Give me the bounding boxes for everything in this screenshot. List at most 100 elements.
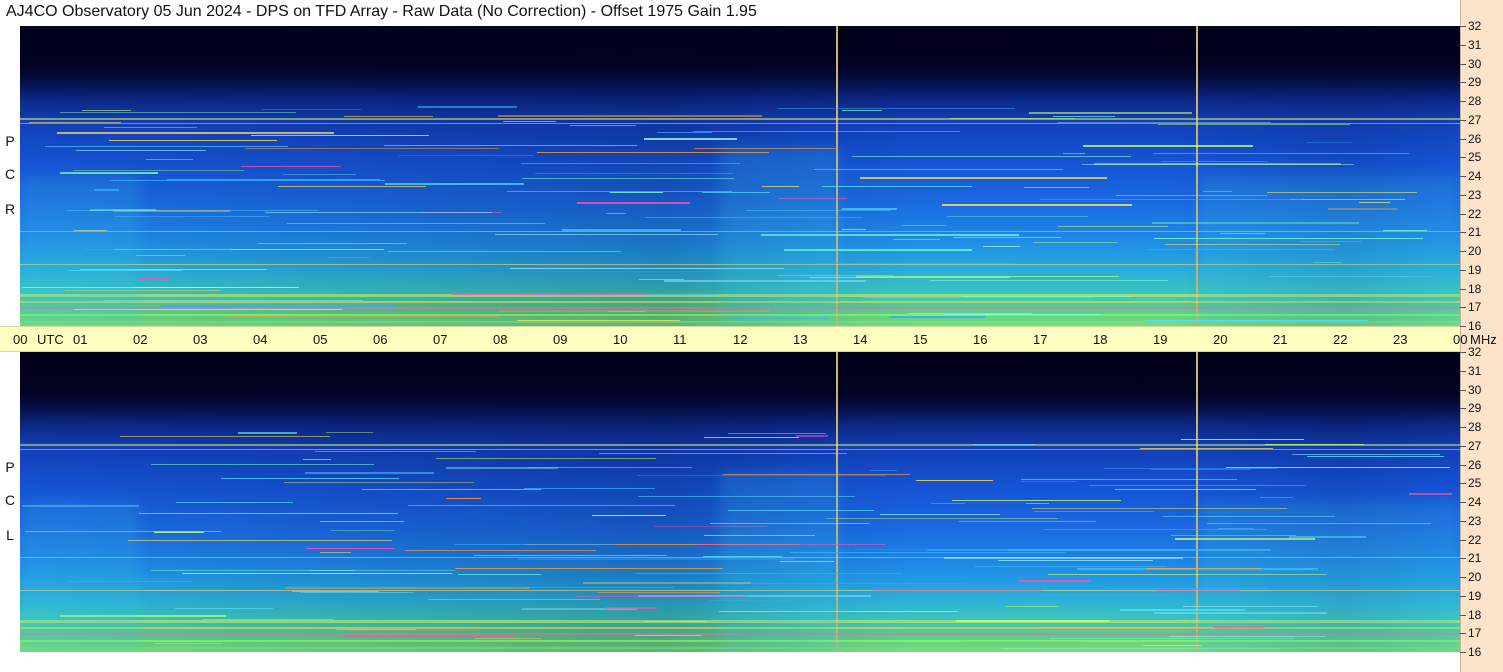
frequency-tick-label: 24 xyxy=(1468,169,1482,183)
signal-trace xyxy=(1409,492,1452,495)
signal-trace xyxy=(103,299,363,301)
signal-trace xyxy=(962,640,1083,642)
frequency-tick-label: 18 xyxy=(1468,281,1482,296)
signal-trace xyxy=(591,514,666,516)
signal-trace xyxy=(944,556,1184,559)
signal-trace xyxy=(59,111,296,113)
signal-trace xyxy=(285,586,529,589)
signal-trace xyxy=(534,172,735,174)
signal-trace xyxy=(127,540,392,542)
frequency-tick xyxy=(1460,251,1466,252)
signal-trace xyxy=(320,520,404,522)
time-tick-label: 21 xyxy=(1273,332,1288,347)
signal-trace xyxy=(250,135,429,137)
frequency-tick-label: 20 xyxy=(1468,570,1482,584)
signal-trace xyxy=(241,165,342,167)
frequency-tick xyxy=(1460,577,1466,578)
frequency-tick xyxy=(1460,176,1466,177)
frequency-tick-label: 16 xyxy=(1468,645,1482,659)
frequency-tick-label: 17 xyxy=(1468,300,1482,315)
time-tick-label: 19 xyxy=(1153,332,1168,347)
signal-trace xyxy=(863,297,1095,299)
time-tick-label: 06 xyxy=(373,332,388,347)
signal-trace xyxy=(314,450,476,452)
signal-trace xyxy=(859,177,1107,180)
frequency-tick-label: 18 xyxy=(1468,607,1482,622)
signal-trace xyxy=(1088,484,1306,486)
time-marker xyxy=(1196,26,1198,326)
signal-trace xyxy=(961,295,1130,297)
frequency-tick-label: 24 xyxy=(1468,495,1482,509)
signal-trace xyxy=(596,591,720,593)
signal-trace xyxy=(562,229,682,232)
frequency-tick-label: 26 xyxy=(1468,131,1482,146)
signal-trace xyxy=(644,137,738,140)
frequency-tick-label: 31 xyxy=(1468,37,1482,52)
signal-trace xyxy=(1023,186,1089,188)
signal-trace xyxy=(528,467,692,469)
frequency-tick xyxy=(1460,539,1466,541)
signal-trace xyxy=(292,591,380,593)
frequency-tick xyxy=(1460,370,1466,372)
signal-trace xyxy=(427,599,600,601)
signal-trace xyxy=(926,549,1201,552)
signal-trace xyxy=(457,574,541,576)
time-tick-label: 09 xyxy=(553,332,568,347)
signal-trace xyxy=(605,212,627,214)
signal-trace xyxy=(320,551,352,553)
signal-trace xyxy=(693,130,961,132)
signal-trace xyxy=(1150,469,1251,471)
signal-trace xyxy=(1023,601,1063,603)
signal-trace xyxy=(278,185,426,187)
signal-trace xyxy=(407,505,675,507)
signal-trace xyxy=(635,634,701,636)
time-axis-unit: UTC xyxy=(37,332,64,347)
interference-band xyxy=(20,449,1460,450)
signal-trace xyxy=(497,114,763,117)
signal-trace xyxy=(1020,481,1077,483)
signal-trace xyxy=(167,178,380,180)
signal-trace xyxy=(826,518,1058,520)
frequency-tick xyxy=(1460,44,1466,46)
signal-trace xyxy=(517,319,681,321)
rcp-spectrogram xyxy=(20,26,1460,326)
signal-trace xyxy=(929,280,1168,282)
frequency-tick-label: 22 xyxy=(1468,206,1482,221)
signal-trace xyxy=(576,201,691,204)
signal-trace xyxy=(1114,489,1256,491)
time-tick-label: 13 xyxy=(793,332,808,347)
signal-trace xyxy=(387,250,622,252)
signal-trace xyxy=(343,115,434,117)
signal-trace xyxy=(1021,479,1238,481)
frequency-tick xyxy=(1460,194,1466,196)
signal-trace xyxy=(703,436,799,438)
time-tick-label: 12 xyxy=(733,332,748,347)
signal-trace xyxy=(599,452,848,454)
signal-trace xyxy=(822,186,973,188)
noise-region xyxy=(720,472,840,652)
signal-trace xyxy=(1181,439,1305,441)
frequency-tick xyxy=(1460,26,1466,27)
panel-label-letter: C xyxy=(4,492,16,508)
signal-trace xyxy=(203,619,333,621)
frequency-tick xyxy=(1460,408,1466,410)
frequency-tick xyxy=(1460,614,1466,616)
panel-label-letter: P xyxy=(5,133,15,149)
time-tick-label: 05 xyxy=(313,332,328,347)
signal-trace xyxy=(1153,153,1410,155)
frequency-tick xyxy=(1460,352,1466,353)
time-tick-label: 10 xyxy=(613,332,628,347)
frequency-tick-label: 28 xyxy=(1468,94,1482,108)
frequency-tick xyxy=(1460,269,1466,271)
frequency-tick xyxy=(1460,389,1466,391)
signal-trace xyxy=(973,565,1167,567)
frequency-tick-label: 27 xyxy=(1468,112,1482,127)
signal-trace xyxy=(175,502,293,504)
signal-trace xyxy=(816,263,1015,265)
frequency-tick xyxy=(1460,427,1466,428)
time-tick-label: 01 xyxy=(73,332,88,347)
signal-trace xyxy=(309,570,455,572)
signal-trace xyxy=(451,292,647,295)
signal-trace xyxy=(930,502,966,504)
frequency-tick-label: 16 xyxy=(1468,319,1482,333)
